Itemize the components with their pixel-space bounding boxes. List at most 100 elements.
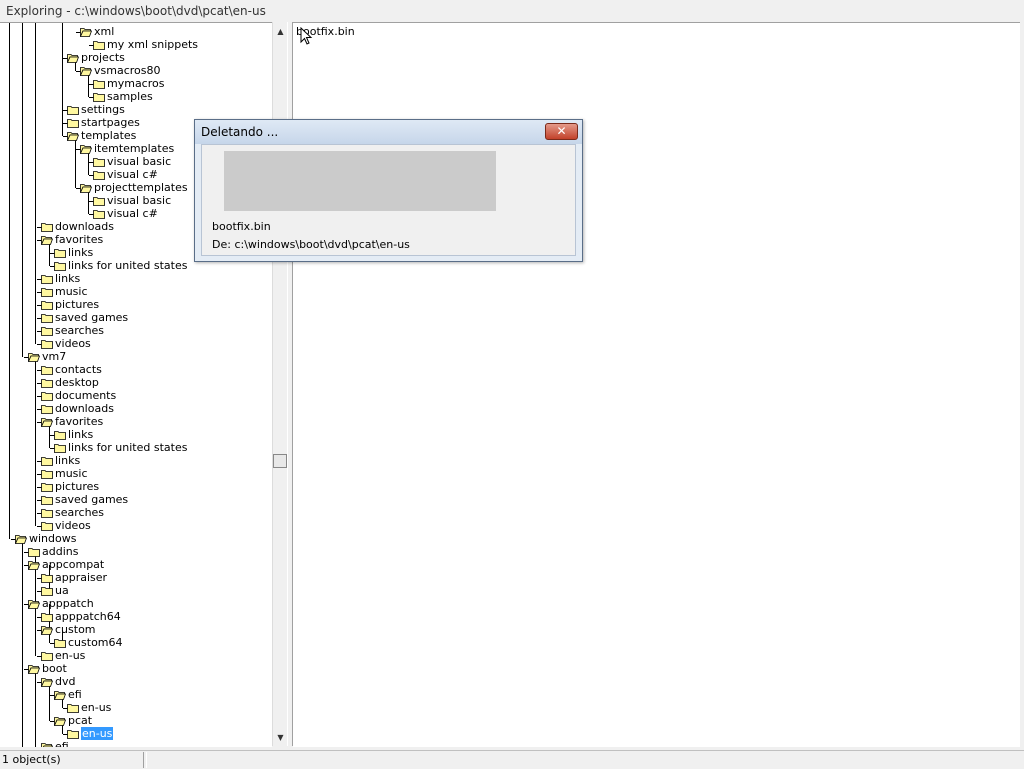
- tree-item[interactable]: favorites: [40, 415, 103, 428]
- tree-item-label: en-us: [81, 701, 112, 714]
- scroll-up-icon[interactable]: ▲: [276, 28, 285, 36]
- tree-item[interactable]: pictures: [41, 480, 99, 493]
- tree-item[interactable]: searches: [41, 324, 104, 337]
- tree-item[interactable]: saved games: [41, 493, 128, 506]
- tree-item[interactable]: settings: [67, 103, 125, 116]
- tree-item[interactable]: custom: [40, 623, 96, 636]
- tree-item[interactable]: vsmacros80: [79, 64, 160, 77]
- scroll-thumb[interactable]: [273, 454, 287, 468]
- tree-item[interactable]: ua: [41, 584, 69, 597]
- tree-item-label: favorites: [55, 233, 104, 246]
- tree-item[interactable]: pcat: [53, 714, 92, 727]
- tree-item[interactable]: pictures: [41, 298, 99, 311]
- tree-item-label: saved games: [55, 311, 129, 324]
- tree-item[interactable]: startpages: [67, 116, 140, 129]
- tree-item[interactable]: videos: [41, 519, 91, 532]
- status-bar: 1 object(s): [0, 750, 1024, 769]
- tree-item[interactable]: links: [54, 428, 93, 441]
- tree-item[interactable]: links: [41, 454, 80, 467]
- tree-item[interactable]: visual c#: [93, 168, 158, 181]
- tree-item[interactable]: music: [41, 467, 88, 480]
- tree-item-label: my xml snippets: [107, 38, 199, 51]
- tree-item[interactable]: apppatch: [27, 597, 94, 610]
- tree-item[interactable]: visual basic: [93, 155, 171, 168]
- tree-item[interactable]: en-us: [67, 701, 111, 714]
- status-object-count: 1 object(s): [0, 752, 144, 768]
- tree-item[interactable]: contacts: [41, 363, 102, 376]
- tree-item-label: visual c#: [107, 207, 158, 220]
- tree-item[interactable]: projects: [66, 51, 125, 64]
- tree-item[interactable]: links for united states: [54, 441, 187, 454]
- tree-item-label: vm7: [42, 350, 67, 363]
- tree-item-label: efi: [55, 740, 69, 747]
- tree-item[interactable]: videos: [41, 337, 91, 350]
- open-folder-icon: [27, 664, 41, 677]
- tree-item[interactable]: appcompat: [27, 558, 105, 571]
- tree-item[interactable]: visual basic: [93, 194, 171, 207]
- tree-item[interactable]: links: [41, 272, 80, 285]
- tree-item[interactable]: visual c#: [93, 207, 158, 220]
- close-icon[interactable]: ✕: [545, 123, 578, 140]
- tree-item-label: searches: [55, 506, 105, 519]
- tree-item-label: appcompat: [42, 558, 105, 571]
- tree-item-label: visual c#: [107, 168, 158, 181]
- tree-item[interactable]: efi: [53, 688, 82, 701]
- tree-item-label: appraiser: [55, 571, 108, 584]
- tree-item[interactable]: music: [41, 285, 88, 298]
- open-folder-icon: [40, 235, 54, 248]
- tree-item-label: en-us: [81, 727, 114, 740]
- tree-item[interactable]: my xml snippets: [93, 38, 198, 51]
- tree-item[interactable]: dvd: [40, 675, 75, 688]
- tree-item[interactable]: searches: [41, 506, 104, 519]
- tree-item-label: en-us: [55, 649, 86, 662]
- tree-guide-line: [35, 23, 36, 344]
- progress-animation: [224, 151, 496, 211]
- tree-item[interactable]: boot: [27, 662, 67, 677]
- tree-item[interactable]: downloads: [41, 220, 114, 233]
- tree-item-label: links: [68, 246, 94, 259]
- tree-item[interactable]: itemtemplates: [79, 142, 175, 155]
- dialog-file-name: bootfix.bin: [212, 220, 271, 233]
- tree-item[interactable]: templates: [66, 129, 136, 142]
- tree-item[interactable]: xml: [79, 25, 114, 38]
- tree-item[interactable]: vm7: [27, 350, 67, 365]
- tree-item[interactable]: links: [54, 246, 93, 259]
- tree-item-label: videos: [55, 519, 91, 532]
- tree-item[interactable]: favorites: [40, 233, 104, 248]
- tree-guide-line: [62, 23, 63, 136]
- tree-item-label: videos: [55, 337, 91, 350]
- dialog-source-path: De: c:\windows\boot\dvd\pcat\en-us: [212, 238, 410, 251]
- tree-item-label: startpages: [81, 116, 140, 129]
- tree-item[interactable]: addins: [28, 545, 78, 558]
- tree-item-label: samples: [107, 90, 153, 103]
- tree-item[interactable]: efi: [41, 740, 69, 747]
- tree-item[interactable]: mymacros: [93, 77, 164, 90]
- tree-item[interactable]: apppatch64: [41, 610, 121, 623]
- tree-item-label: documents: [55, 389, 117, 402]
- tree-item[interactable]: en-us: [41, 649, 85, 662]
- scroll-down-icon[interactable]: ▼: [276, 734, 285, 742]
- tree-item[interactable]: downloads: [41, 402, 114, 415]
- tree-item[interactable]: samples: [93, 90, 153, 103]
- tree-item-label: apppatch64: [55, 610, 121, 623]
- tree-item[interactable]: documents: [41, 389, 116, 402]
- window-titlebar: Exploring - c:\windows\boot\dvd\pcat\en-…: [0, 0, 1024, 22]
- tree-item[interactable]: windows: [14, 532, 76, 547]
- tree-item-label: itemtemplates: [94, 142, 175, 155]
- tree-item-label: custom64: [68, 636, 123, 649]
- dialog-titlebar: Deletando ... ✕: [195, 120, 582, 144]
- tree-item[interactable]: saved games: [41, 311, 128, 324]
- tree-item-label: apppatch: [42, 597, 94, 610]
- tree-item-label: contacts: [55, 363, 102, 376]
- tree-item[interactable]: custom64: [54, 636, 123, 649]
- delete-progress-dialog: Deletando ... ✕ bootfix.bin De: c:\windo…: [194, 119, 583, 262]
- open-folder-icon: [14, 534, 28, 547]
- tree-item[interactable]: projecttemplates: [79, 181, 188, 194]
- tree-item[interactable]: links for united states: [54, 259, 187, 272]
- tree-item[interactable]: desktop: [41, 376, 99, 389]
- tree-item[interactable]: en-us: [67, 727, 114, 740]
- tree-item-label: desktop: [55, 376, 99, 389]
- open-folder-icon: [27, 352, 41, 365]
- tree-item[interactable]: appraiser: [41, 571, 107, 584]
- tree-guide-line: [22, 23, 23, 357]
